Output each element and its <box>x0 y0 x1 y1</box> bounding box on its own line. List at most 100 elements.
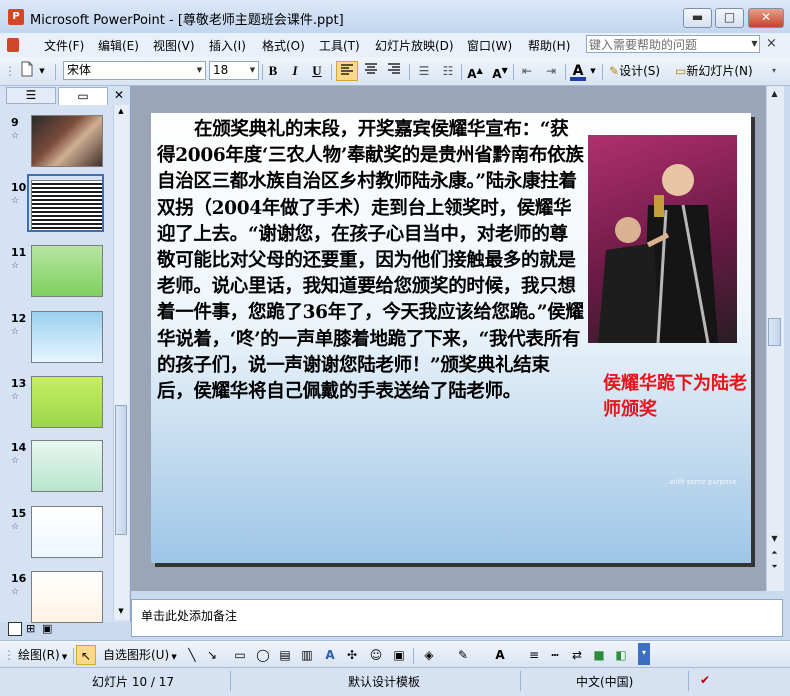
scroll-up-icon[interactable]: ▲ <box>115 107 127 117</box>
scroll-thumb[interactable] <box>768 318 781 346</box>
design-button[interactable]: ✎设计(S) <box>609 61 671 81</box>
menu-file[interactable]: 文件(F) <box>44 37 84 54</box>
menu-view[interactable]: 视图(V) <box>153 37 195 54</box>
menu-edit[interactable]: 编辑(E) <box>98 37 139 54</box>
slide-thumbnail[interactable] <box>31 506 103 558</box>
line-color-icon[interactable]: ✎ <box>453 645 473 665</box>
slide-caption[interactable]: 侯耀华跪下为陆老师颁奖 <box>603 371 751 423</box>
increase-indent-icon[interactable]: ⇥ <box>541 61 561 81</box>
3d-style-icon[interactable]: ◧ <box>613 645 629 665</box>
picture-icon[interactable]: ▣ <box>391 645 407 665</box>
menu-tools[interactable]: 工具(T) <box>319 37 360 54</box>
divider <box>565 64 566 80</box>
slide-thumbnail[interactable] <box>31 440 103 492</box>
scroll-down-icon[interactable]: ▼ <box>768 533 781 545</box>
slide-thumbnail[interactable] <box>31 376 103 428</box>
textbox-icon[interactable]: ▤ <box>277 645 293 665</box>
slides-tab-icon[interactable]: ▭ <box>58 87 108 105</box>
menu-help[interactable]: 帮助(H) <box>528 37 570 54</box>
diagram-icon[interactable]: ✣ <box>344 645 360 665</box>
oval-icon[interactable]: ◯ <box>255 645 271 665</box>
menu-format[interactable]: 格式(O) <box>262 37 305 54</box>
underline-button[interactable]: U <box>309 61 325 81</box>
slide-body-text[interactable]: 在颁奖典礼的末段，开奖嘉宾侯耀华宣布：“获得2006年度‘三农人物’奉献奖的是贵… <box>157 117 585 405</box>
autoshapes-menu-button[interactable]: 自选图形(U) ▼ <box>103 645 179 665</box>
minimize-button[interactable]: ▬ <box>683 8 712 28</box>
close-pane-icon[interactable]: ✕ <box>112 87 126 104</box>
document-icon[interactable] <box>7 38 19 52</box>
menu-slideshow[interactable]: 幻灯片放映(D) <box>375 37 454 54</box>
align-left-button[interactable] <box>336 61 358 81</box>
font-name-combo[interactable]: 宋体 ▼ <box>63 61 206 80</box>
award-photo[interactable] <box>588 135 737 343</box>
new-slide-button[interactable]: ▭新幻灯片(N) <box>675 61 763 81</box>
toolbar-options-icon[interactable]: ▾ <box>768 61 780 81</box>
menu-window[interactable]: 窗口(W) <box>467 37 512 54</box>
divider <box>262 64 263 80</box>
status-template[interactable]: 默认设计模板 <box>348 673 420 690</box>
close-document-button[interactable]: × <box>766 36 777 51</box>
toolbar-grip-icon[interactable]: ⋮ <box>3 645 15 665</box>
draw-menu-button[interactable]: 绘图(R) ▼ <box>18 645 72 665</box>
previous-slide-icon[interactable]: ⏶ <box>768 547 781 559</box>
arrow-icon[interactable]: ↘ <box>204 645 220 665</box>
clipart-icon[interactable]: ☺ <box>368 645 384 665</box>
decrease-font-size-icon[interactable]: A▼ <box>490 61 510 81</box>
spellcheck-icon[interactable]: ✔ <box>700 673 710 687</box>
shadow-style-icon[interactable]: ■ <box>591 645 607 665</box>
new-document-icon[interactable] <box>18 61 36 81</box>
draw-font-color-icon[interactable]: A <box>490 645 510 665</box>
status-bar: 幻灯片 10 / 17 默认设计模板 中文(中国) ✔ <box>0 667 790 696</box>
chevron-down-icon[interactable]: ▼ <box>589 61 597 81</box>
chevron-down-icon[interactable]: ▼ <box>38 61 46 81</box>
menu-insert[interactable]: 插入(I) <box>209 37 246 54</box>
arrow-style-icon[interactable]: ⇄ <box>569 645 585 665</box>
help-search-input[interactable]: 键入需要帮助的问题 <box>586 35 760 53</box>
chevron-down-icon[interactable]: ▼ <box>194 62 205 79</box>
slide-canvas[interactable]: 在颁奖典礼的末段，开奖嘉宾侯耀华宣布：“获得2006年度‘三农人物’奉献奖的是贵… <box>151 113 751 563</box>
bullet-list-icon[interactable]: ☷ <box>438 61 458 81</box>
close-window-button[interactable]: ✕ <box>748 8 784 28</box>
increase-font-size-icon[interactable]: A▲ <box>465 61 485 81</box>
italic-button[interactable]: I <box>287 61 303 81</box>
slide-thumbnail[interactable] <box>31 115 103 167</box>
notes-pane[interactable]: 单击此处添加备注 <box>131 599 783 637</box>
outline-tab-icon[interactable]: ☰ <box>6 87 56 104</box>
scroll-thumb[interactable] <box>115 405 127 535</box>
animation-star-icon: ☆ <box>11 327 20 337</box>
font-color-icon[interactable]: A <box>569 61 587 81</box>
slideshow-view-icon[interactable]: ▣ <box>42 622 52 635</box>
toolbar-options-icon[interactable]: ▾ <box>638 643 650 665</box>
powerpoint-app-icon[interactable]: P <box>8 9 24 25</box>
select-arrow-icon[interactable]: ↖ <box>76 645 96 665</box>
bold-button[interactable]: B <box>265 61 281 81</box>
divider <box>688 671 689 691</box>
chevron-down-icon[interactable]: ▼ <box>247 62 258 79</box>
toolbar-grip-icon[interactable]: ⋮ <box>4 61 16 81</box>
slide-scrollbar[interactable] <box>766 86 784 591</box>
thumbnails-scrollbar[interactable]: ▲ ▼ <box>113 105 129 620</box>
slide-thumbnail[interactable] <box>31 311 103 363</box>
line-style-icon[interactable]: ≡ <box>526 645 542 665</box>
align-right-button[interactable] <box>384 61 404 81</box>
notes-placeholder[interactable]: 单击此处添加备注 <box>141 607 237 624</box>
fill-color-icon[interactable]: ◈ <box>419 645 439 665</box>
align-center-button[interactable] <box>361 61 381 81</box>
numbered-list-icon[interactable]: ☰ <box>414 61 434 81</box>
maximize-button[interactable]: □ <box>715 8 744 28</box>
scroll-down-icon[interactable]: ▼ <box>115 607 127 617</box>
chevron-down-icon[interactable]: ▼ <box>749 37 760 51</box>
dash-style-icon[interactable]: ┅ <box>547 645 563 665</box>
decrease-indent-icon[interactable]: ⇤ <box>517 61 537 81</box>
wordart-icon[interactable]: A <box>322 645 338 665</box>
normal-view-icon[interactable] <box>8 622 22 636</box>
scroll-up-icon[interactable]: ▲ <box>768 88 781 100</box>
next-slide-icon[interactable]: ⏷ <box>768 561 781 573</box>
font-size-combo[interactable]: 18 ▼ <box>209 61 259 80</box>
slide-thumbnail[interactable] <box>31 245 103 297</box>
slide-thumbnail[interactable] <box>31 571 103 623</box>
slide-sorter-icon[interactable]: ⊞ <box>26 622 35 635</box>
line-icon[interactable]: ╲ <box>184 645 200 665</box>
vertical-textbox-icon[interactable]: ▥ <box>299 645 315 665</box>
rectangle-icon[interactable]: ▭ <box>232 645 248 665</box>
